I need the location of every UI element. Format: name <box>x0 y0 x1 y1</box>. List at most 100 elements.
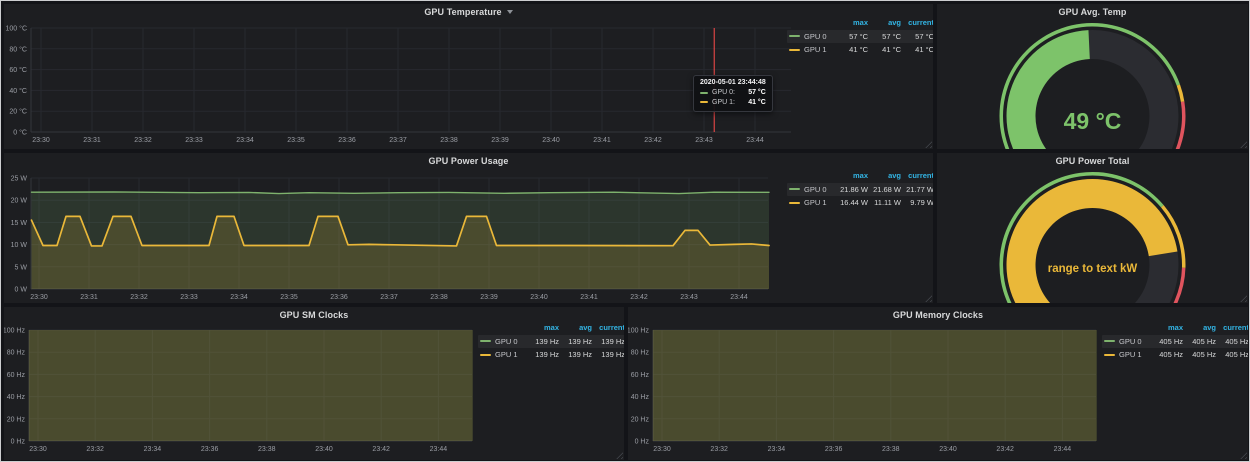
panel-menu-gpu-memory-clocks[interactable]: GPU Memory Clocks <box>628 307 1248 322</box>
legend-header[interactable]: avg <box>868 171 901 180</box>
tooltip-row: GPU 0: 57 °C <box>700 88 766 98</box>
svg-text:23:42: 23:42 <box>630 294 648 301</box>
legend-header[interactable]: max <box>835 171 868 180</box>
svg-text:23:39: 23:39 <box>491 137 509 144</box>
svg-text:80 Hz: 80 Hz <box>631 350 650 357</box>
legend-stat: 405 Hz <box>1216 350 1248 359</box>
legend-row: GPU 141 °C41 °C41 °C <box>787 43 933 57</box>
svg-text:23:38: 23:38 <box>440 137 458 144</box>
svg-text:23:38: 23:38 <box>882 446 900 453</box>
legend-stat: 139 Hz <box>559 337 592 346</box>
svg-text:100 Hz: 100 Hz <box>4 328 25 335</box>
legend-header-row: maxavgcurrent <box>1102 321 1248 335</box>
svg-text:0 Hz: 0 Hz <box>635 439 650 446</box>
svg-text:23:36: 23:36 <box>330 294 348 301</box>
graph-tooltip: 2020-05-01 23:44:48 GPU 0: 57 °C GPU 1: … <box>693 75 773 112</box>
legend-gpu-memory-clocks: maxavgcurrentGPU 0405 Hz405 Hz405 HzGPU … <box>1102 321 1248 362</box>
legend-stat: 405 Hz <box>1183 337 1216 346</box>
svg-text:23:30: 23:30 <box>30 294 48 301</box>
svg-text:23:34: 23:34 <box>768 446 786 453</box>
legend-row: GPU 1405 Hz405 Hz405 Hz <box>1102 348 1248 362</box>
legend-stat: 21.86 W <box>835 185 868 194</box>
legend-header[interactable]: avg <box>1183 323 1216 332</box>
series-color-dash <box>1104 340 1115 342</box>
svg-text:23:41: 23:41 <box>580 294 598 301</box>
svg-text:23:32: 23:32 <box>130 294 148 301</box>
legend-stat: 139 Hz <box>592 337 624 346</box>
legend-stat: 41 °C <box>835 45 868 54</box>
svg-text:23:44: 23:44 <box>746 137 764 144</box>
svg-text:23:37: 23:37 <box>389 137 407 144</box>
gauge-value-gpu-avg-temp: 49 °C <box>937 108 1248 135</box>
legend-series-toggle[interactable]: GPU 1 <box>1104 350 1150 359</box>
svg-text:23:34: 23:34 <box>236 137 254 144</box>
legend-header[interactable]: max <box>526 323 559 332</box>
panel-title-gpu-memory-clocks: GPU Memory Clocks <box>893 310 983 320</box>
svg-text:20 W: 20 W <box>11 198 28 205</box>
svg-text:23:38: 23:38 <box>258 446 276 453</box>
svg-text:23:36: 23:36 <box>825 446 843 453</box>
legend-stat: 405 Hz <box>1150 350 1183 359</box>
panel-menu-gpu-power-total[interactable]: GPU Power Total <box>937 153 1248 168</box>
panel-title-gpu-avg-temp: GPU Avg. Temp <box>1059 7 1127 17</box>
svg-text:23:40: 23:40 <box>939 446 957 453</box>
svg-text:100 °C: 100 °C <box>6 25 27 33</box>
legend-series-toggle[interactable]: GPU 0 <box>480 337 526 346</box>
legend-header[interactable]: current <box>901 171 933 180</box>
legend-series-toggle[interactable]: GPU 0 <box>789 185 835 194</box>
panel-title-gpu-sm-clocks: GPU SM Clocks <box>280 310 349 320</box>
svg-text:10 W: 10 W <box>11 242 28 249</box>
svg-text:23:43: 23:43 <box>695 137 713 144</box>
svg-text:20 Hz: 20 Hz <box>7 416 26 423</box>
series-color-dash <box>1104 354 1115 356</box>
legend-gpu-sm-clocks: maxavgcurrentGPU 0139 Hz139 Hz139 HzGPU … <box>478 321 624 362</box>
legend-header[interactable]: current <box>901 18 933 27</box>
legend-header[interactable]: avg <box>559 323 592 332</box>
legend-stat: 21.68 W <box>868 185 901 194</box>
svg-text:23:31: 23:31 <box>80 294 98 301</box>
panel-gpu-temperature: GPU Temperature 23:3023:3123:3223:3323:3… <box>4 4 933 149</box>
legend-series-toggle[interactable]: GPU 1 <box>480 350 526 359</box>
legend-header[interactable]: max <box>1150 323 1183 332</box>
legend-series-toggle[interactable]: GPU 0 <box>1104 337 1150 346</box>
svg-text:0 °C: 0 °C <box>13 129 27 137</box>
panel-menu-gpu-temperature[interactable]: GPU Temperature <box>4 4 933 19</box>
svg-text:60 Hz: 60 Hz <box>631 372 650 379</box>
legend-stat: 11.11 W <box>868 198 901 207</box>
chevron-down-icon <box>507 10 513 14</box>
legend-series-toggle[interactable]: GPU 1 <box>789 45 835 54</box>
tooltip-row: GPU 1: 41 °C <box>700 98 766 108</box>
legend-stat: 57 °C <box>835 32 868 41</box>
legend-stat: 57 °C <box>868 32 901 41</box>
legend-header[interactable]: max <box>835 18 868 27</box>
panel-title-gpu-power-usage: GPU Power Usage <box>428 156 508 166</box>
svg-text:23:44: 23:44 <box>730 294 748 301</box>
svg-text:23:37: 23:37 <box>380 294 398 301</box>
svg-text:23:40: 23:40 <box>542 137 560 144</box>
svg-text:15 W: 15 W <box>11 220 28 227</box>
legend-stat: 21.77 W <box>901 185 933 194</box>
svg-text:40 Hz: 40 Hz <box>7 394 26 401</box>
legend-series-toggle[interactable]: GPU 0 <box>789 32 835 41</box>
panel-menu-gpu-sm-clocks[interactable]: GPU SM Clocks <box>4 307 624 322</box>
legend-header[interactable]: current <box>1216 323 1248 332</box>
legend-header[interactable]: current <box>592 323 624 332</box>
legend-stat: 9.79 W <box>901 198 933 207</box>
panel-menu-gpu-power-usage[interactable]: GPU Power Usage <box>4 153 933 168</box>
legend-row: GPU 021.86 W21.68 W21.77 W <box>787 183 933 197</box>
legend-stat: 57 °C <box>901 32 933 41</box>
panel-menu-gpu-avg-temp[interactable]: GPU Avg. Temp <box>937 4 1248 19</box>
legend-stat: 16.44 W <box>835 198 868 207</box>
legend-stat: 139 Hz <box>592 350 624 359</box>
svg-text:0 Hz: 0 Hz <box>11 439 26 446</box>
svg-text:23:30: 23:30 <box>29 446 47 453</box>
tooltip-timestamp: 2020-05-01 23:44:48 <box>700 79 766 86</box>
series-color-dash <box>700 92 708 94</box>
legend-stat: 405 Hz <box>1183 350 1216 359</box>
legend-header[interactable]: avg <box>868 18 901 27</box>
svg-text:23:31: 23:31 <box>83 137 101 144</box>
tooltip-series-value: 41 °C <box>740 99 766 106</box>
legend-stat: 41 °C <box>901 45 933 54</box>
legend-series-toggle[interactable]: GPU 1 <box>789 198 835 207</box>
svg-text:80 °C: 80 °C <box>9 45 27 53</box>
